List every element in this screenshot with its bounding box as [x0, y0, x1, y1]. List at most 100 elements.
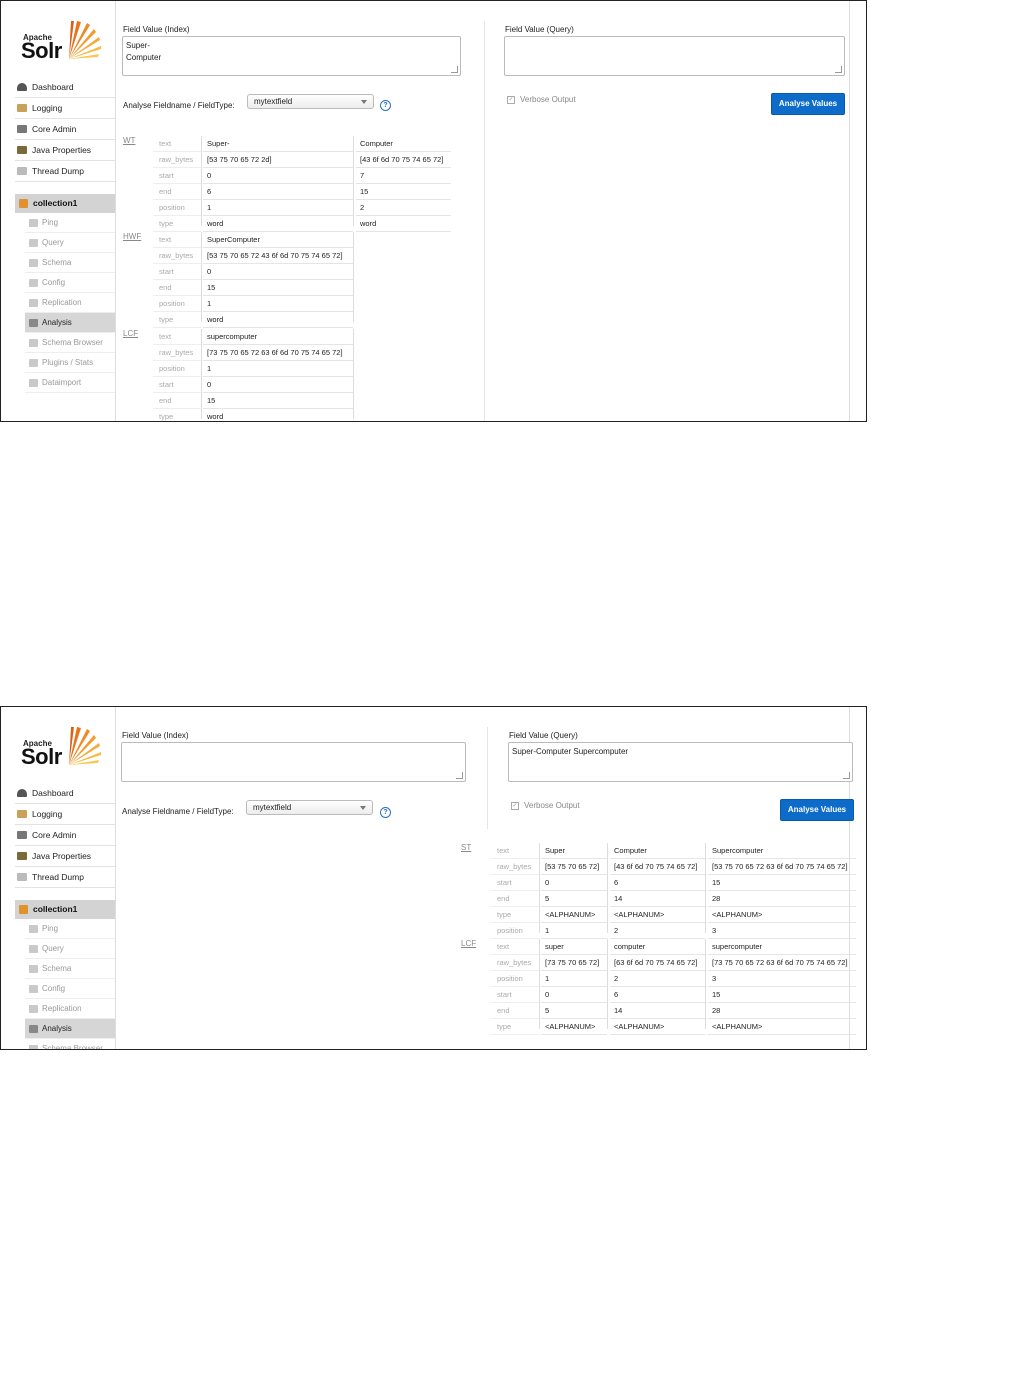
core-menu-analysis[interactable]: Analysis [25, 1019, 115, 1039]
core-menu-ping[interactable]: Ping [25, 919, 115, 939]
logging-icon [17, 104, 27, 112]
token-value: [53 75 70 65 72 63 6f 6d 70 75 74 65 72] [708, 859, 856, 875]
query-textarea[interactable] [504, 36, 845, 76]
core-menu-query[interactable]: Query [25, 939, 115, 959]
core-menu-config[interactable]: Config [25, 273, 115, 293]
nav-java-properties[interactable]: Java Properties [15, 140, 115, 161]
help-icon[interactable]: ? [380, 807, 391, 818]
nav-java-properties[interactable]: Java Properties [15, 846, 115, 867]
chevron-down-icon [360, 806, 366, 810]
token-value: [63 6f 6d 70 75 74 65 72] [610, 955, 705, 971]
token-value: 0 [203, 264, 353, 280]
nav-thread-dump[interactable]: Thread Dump [15, 867, 115, 888]
resize-grip-icon[interactable] [835, 66, 842, 73]
index-textarea[interactable] [121, 742, 466, 782]
schema-browser-icon [29, 1044, 38, 1049]
fieldtype-select[interactable]: mytextfield [247, 94, 374, 109]
key: position [153, 361, 201, 377]
nav-dashboard[interactable]: Dashboard [15, 783, 115, 804]
token-value: 0 [203, 377, 353, 393]
core-menu-query[interactable]: Query [25, 233, 115, 253]
stage-keys: text raw_bytes start end type position [491, 843, 540, 939]
core-menu-analysis[interactable]: Analysis [25, 313, 115, 333]
checkbox-icon[interactable]: ✓ [511, 801, 519, 810]
analyse-values-button[interactable]: Analyse Values [780, 799, 854, 821]
token-value: [73 75 70 65 72] [541, 955, 607, 971]
nav-thread-dump[interactable]: Thread Dump [15, 161, 115, 182]
stage-abbr[interactable]: LCF [123, 329, 138, 338]
query-label: Field Value (Query) [505, 25, 574, 34]
core-menu-schema-browser[interactable]: Schema Browser [25, 333, 115, 353]
key: raw_bytes [153, 248, 201, 264]
token-value: Supercomputer [708, 843, 856, 859]
resize-grip-icon[interactable] [456, 772, 463, 779]
core-menu-label: Schema Browser [42, 338, 103, 347]
resize-grip-icon[interactable] [843, 772, 850, 779]
token-value: [53 75 70 65 72] [541, 859, 607, 875]
fieldtype-select[interactable]: mytextfield [246, 800, 373, 815]
nav-core-admin[interactable]: Core Admin [15, 119, 115, 140]
verbose-label: Verbose Output [524, 801, 580, 810]
token-value: [53 75 70 65 72 2d] [203, 152, 353, 168]
resize-grip-icon[interactable] [451, 66, 458, 73]
core-menu-schema[interactable]: Schema [25, 959, 115, 979]
config-icon [29, 278, 38, 287]
token-value: 6 [610, 875, 705, 891]
token-value: <ALPHANUM> [541, 1019, 607, 1035]
checkbox-icon[interactable]: ✓ [507, 95, 515, 104]
core-menu-label: Analysis [42, 318, 72, 327]
stage-abbr[interactable]: ST [461, 843, 471, 852]
stage-keys: text raw_bytes position start end type [153, 329, 202, 421]
nav-label: Core Admin [32, 830, 77, 840]
key: text [491, 843, 539, 859]
column-divider [487, 727, 488, 829]
core-menu-plugins-stats[interactable]: Plugins / Stats [25, 353, 115, 373]
nav-label: Dashboard [32, 788, 74, 798]
core-menu-schema[interactable]: Schema [25, 253, 115, 273]
token-value: 28 [708, 1003, 856, 1019]
core-menu-config[interactable]: Config [25, 979, 115, 999]
verbose-output-checkbox[interactable]: ✓ Verbose Output [507, 95, 576, 104]
key: start [153, 264, 201, 280]
core-menu-ping[interactable]: Ping [25, 213, 115, 233]
analyse-values-button[interactable]: Analyse Values [771, 93, 845, 115]
logo-solr-text: Solr [21, 38, 62, 63]
nav-label: Java Properties [32, 145, 92, 155]
core-menu-dataimport[interactable]: Dataimport [25, 373, 115, 393]
sidebar: Apache Solr Dashboard Logging Core Admin… [1, 1, 115, 421]
nav-logging[interactable]: Logging [15, 98, 115, 119]
nav-logging[interactable]: Logging [15, 804, 115, 825]
key: type [153, 409, 201, 421]
help-icon[interactable]: ? [380, 100, 391, 111]
token-value: 5 [541, 1003, 607, 1019]
core-name: collection1 [33, 198, 78, 208]
core-selector[interactable]: collection1 [15, 900, 115, 919]
query-textarea[interactable]: Super-Computer Supercomputer [508, 742, 853, 782]
core-menu-replication[interactable]: Replication [25, 293, 115, 313]
main-nav: Dashboard Logging Core Admin Java Proper… [15, 77, 115, 393]
core-menu-schema-browser[interactable]: Schema Browser [25, 1039, 115, 1049]
core-selector[interactable]: collection1 [15, 194, 115, 213]
key: raw_bytes [153, 152, 201, 168]
index-textarea[interactable]: Super- Computer [122, 36, 461, 76]
core-menu-label: Schema [42, 258, 72, 267]
token-value: Computer [610, 843, 705, 859]
nav-dashboard[interactable]: Dashboard [15, 77, 115, 98]
key: raw_bytes [153, 345, 201, 361]
core-menu-replication[interactable]: Replication [25, 999, 115, 1019]
token-value: word [203, 409, 353, 421]
core-menu-label: Config [42, 984, 66, 993]
solr-logo[interactable]: Apache Solr [21, 19, 106, 69]
verbose-output-checkbox[interactable]: ✓ Verbose Output [511, 801, 580, 810]
token-value: 5 [541, 891, 607, 907]
nav-core-admin[interactable]: Core Admin [15, 825, 115, 846]
stage-abbr[interactable]: WT [123, 136, 135, 145]
solr-logo[interactable]: Apache Solr [21, 725, 106, 775]
stage-abbr[interactable]: LCF [461, 939, 476, 948]
stage-abbr[interactable]: HWF [123, 232, 141, 241]
sidebar: Apache Solr Dashboard Logging Core Admin… [1, 707, 115, 1049]
token-value: <ALPHANUM> [541, 907, 607, 923]
nav-label: Logging [32, 103, 63, 113]
token-value: 2 [356, 200, 451, 216]
key: start [153, 168, 201, 184]
